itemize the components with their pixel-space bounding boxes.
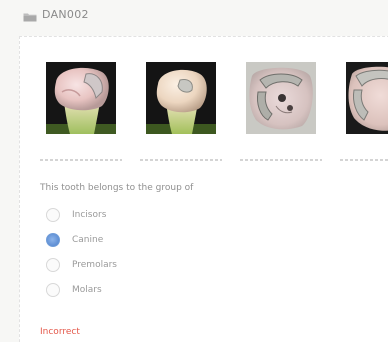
radio-incisors[interactable] [46,208,60,222]
quiz-page: DAN002 This tooth belongs to the group o… [0,0,388,342]
folder-icon [23,13,37,22]
option-canine[interactable]: Canine [46,232,246,248]
option-incisors[interactable]: Incisors [46,207,246,223]
feedback-message: Incorrect [40,327,80,337]
question-text: This tooth belongs to the group of [40,183,194,193]
tooth-image-3[interactable] [246,62,316,134]
tooth-image-caption-1 [40,159,122,161]
option-label-premolars: Premolars [72,260,117,270]
tooth-image-1[interactable] [46,62,116,134]
page-title: DAN002 [42,8,89,21]
question-card: This tooth belongs to the group of Incis… [19,36,388,342]
header: DAN002 [0,0,388,34]
tooth-image-caption-4 [340,159,388,161]
radio-molars[interactable] [46,283,60,297]
option-label-incisors: Incisors [72,210,107,220]
radio-premolars[interactable] [46,258,60,272]
option-premolars[interactable]: Premolars [46,257,246,273]
image-row [40,62,388,174]
tooth-image-4[interactable] [346,62,388,134]
option-molars[interactable]: Molars [46,282,246,298]
tooth-image-caption-3 [240,159,322,161]
tooth-image-2[interactable] [146,62,216,134]
option-label-molars: Molars [72,285,102,295]
tooth-image-caption-2 [140,159,222,161]
radio-canine[interactable] [46,233,60,247]
option-label-canine: Canine [72,235,104,245]
